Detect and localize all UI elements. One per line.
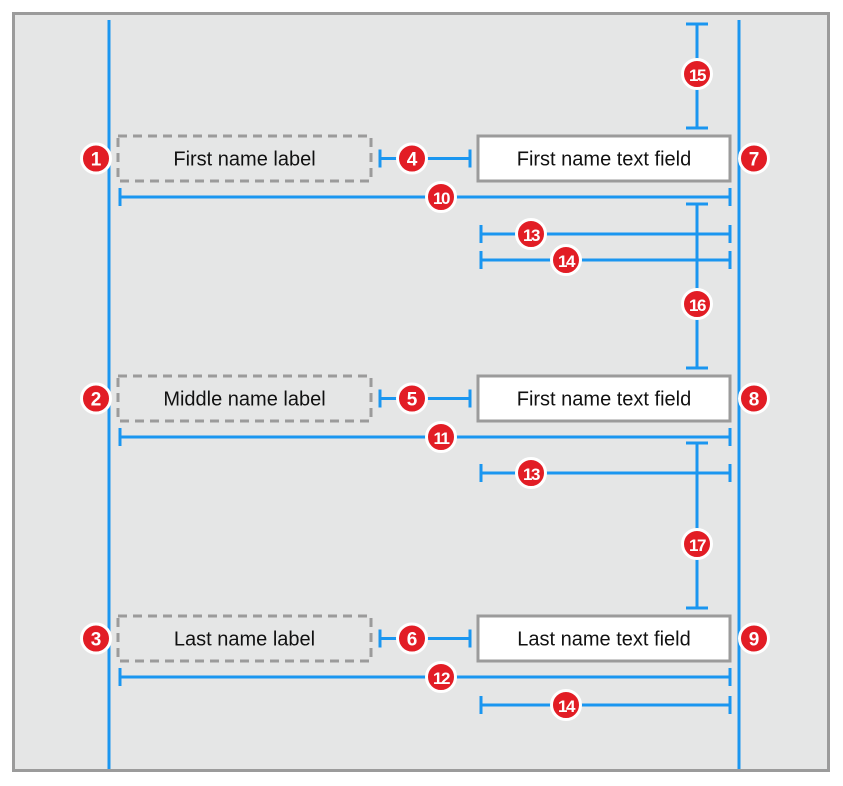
- field-width-constraint: [479, 251, 732, 269]
- badge-label-leading: 2: [80, 382, 112, 415]
- badge-field-width: 14: [550, 689, 582, 721]
- badge-vertical-spacing: 17: [681, 528, 713, 560]
- badge-field-trailing: 9: [738, 622, 770, 655]
- badge-label-leading: 3: [80, 622, 112, 655]
- badge-label-leading: 1: [80, 142, 112, 175]
- badge-number: 4: [407, 150, 418, 171]
- badge-row-width: 10: [425, 181, 457, 213]
- text-field-text: First name text field: [517, 149, 692, 171]
- badge-field-width: 13: [515, 457, 547, 489]
- badge-number: 14: [558, 697, 576, 716]
- label-text: Last name label: [174, 629, 315, 651]
- vertical-spacing-constraint: [686, 441, 708, 610]
- badge-number: 13: [523, 465, 540, 484]
- badge-field-width: 14: [550, 244, 582, 276]
- badge-field-trailing: 7: [738, 142, 770, 175]
- badge-field-trailing: 8: [738, 382, 770, 415]
- badge-number: 7: [749, 150, 760, 171]
- badge-number: 10: [433, 189, 450, 208]
- label-text: First name label: [173, 149, 315, 171]
- badge-number: 6: [407, 630, 418, 651]
- badge-vertical-spacing: 16: [681, 288, 713, 320]
- badge-number: 15: [689, 66, 706, 85]
- badge-number: 5: [407, 390, 418, 411]
- badge-number: 2: [91, 390, 102, 411]
- badge-number: 12: [433, 669, 450, 688]
- vertical-spacing-constraint: [686, 202, 708, 370]
- badge-number: 11: [434, 429, 450, 448]
- badge-number: 17: [689, 536, 706, 555]
- badge-horizontal-spacing: 5: [396, 382, 428, 415]
- field-width-constraint: [479, 696, 732, 714]
- text-field-text: First name text field: [517, 389, 692, 411]
- badge-row-width: 12: [425, 661, 457, 693]
- badge-number: 8: [749, 390, 760, 411]
- badge-horizontal-spacing: 4: [396, 142, 428, 175]
- badge-row-width: 11: [425, 421, 457, 453]
- auto-layout-diagram: First name label First name text field Mid…: [80, 20, 770, 769]
- text-field-text: Last name text field: [517, 629, 690, 651]
- label-text: Middle name label: [163, 389, 325, 411]
- badge-vertical-spacing: 15: [681, 58, 713, 90]
- badge-number: 1: [91, 150, 102, 171]
- badge-number: 16: [689, 296, 706, 315]
- badge-number: 9: [749, 630, 760, 651]
- badge-number: 3: [91, 630, 102, 651]
- badge-horizontal-spacing: 6: [396, 622, 428, 655]
- badge-number: 14: [558, 252, 576, 271]
- badge-field-width: 13: [515, 218, 547, 250]
- badge-number: 13: [523, 226, 540, 245]
